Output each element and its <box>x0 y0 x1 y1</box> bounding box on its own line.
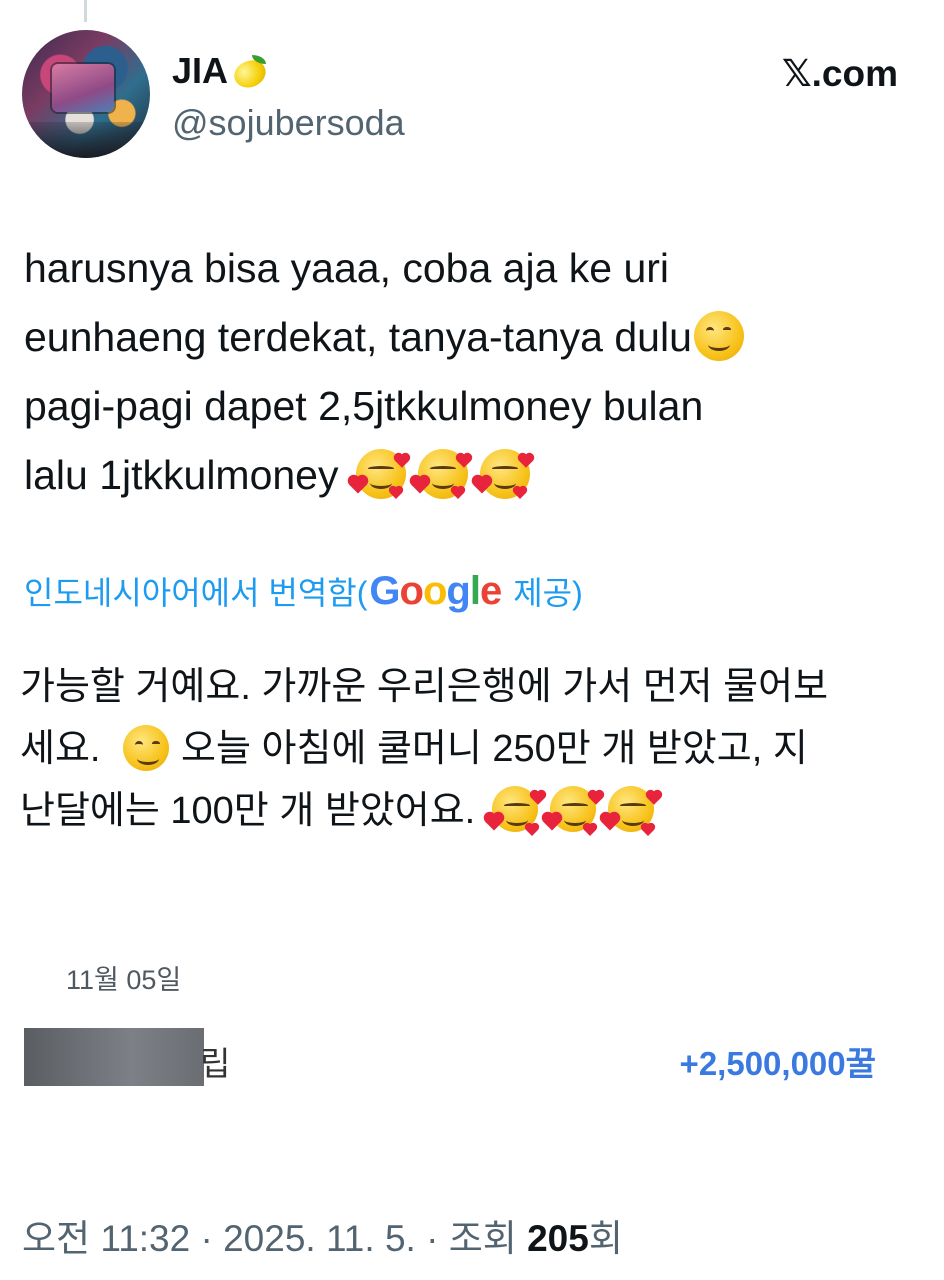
avatar-crowd <box>22 122 150 158</box>
views-label: 조회 <box>448 1218 517 1259</box>
transaction-description: 립 <box>200 1045 231 1082</box>
tweet-time[interactable]: 오전 11:32 <box>22 1218 190 1259</box>
smiling-face-with-hearts-icon <box>543 785 603 836</box>
tweet-text: harusnya bisa yaaa, coba aja ke uri eunh… <box>24 234 904 510</box>
author-display-name[interactable]: JIA <box>172 50 270 92</box>
smiling-face-with-hearts-icon <box>601 785 661 836</box>
translated-line: 세요. 오늘 아침에 쿨머니 250만 개 받았고, 지 <box>20 718 920 780</box>
x-com-label: 𝕏.com <box>781 53 898 94</box>
views-count: 205 <box>527 1218 589 1259</box>
transaction-date: 11월 05일 <box>66 965 182 995</box>
tweet-date[interactable]: 2025. 11. 5. <box>223 1218 416 1259</box>
smiling-face-with-hearts-icon <box>485 785 545 836</box>
translation-label: 인도네시아어에서 번역함( <box>24 575 368 611</box>
views-suffix: 회 <box>588 1218 623 1259</box>
thread-connector-line <box>84 0 87 22</box>
translation-attribution-link[interactable]: 인도네시아어에서 번역함( Google 제공) <box>24 568 583 614</box>
redacted-block <box>24 1028 204 1086</box>
display-name-text: JIA <box>172 50 229 91</box>
smiling-face-with-hearts-icon <box>349 449 409 500</box>
lemon-icon <box>230 55 270 92</box>
tweet-line: lalu 1jtkkulmoney <box>24 441 904 510</box>
translated-line: 가능할 거예요. 가까운 우리은행에 가서 먼저 물어보 <box>20 666 829 708</box>
transaction-amount: +2,500,000꿀 <box>679 1045 876 1082</box>
author-avatar[interactable] <box>22 30 150 158</box>
smiling-face-with-hearts-icon <box>411 449 471 500</box>
translated-line: 난달에는 100만 개 받았어요. <box>20 780 920 842</box>
smiling-face-with-hearts-icon <box>473 449 533 500</box>
avatar-stage-screen <box>52 64 114 112</box>
smiling-face-icon <box>123 724 170 771</box>
translated-text: 가능할 거예요. 가까운 우리은행에 가서 먼저 물어보 세요. 오늘 아침에 … <box>20 656 920 842</box>
smiling-face-icon <box>693 311 744 362</box>
tweet-line: harusnya bisa yaaa, coba aja ke uri <box>24 245 670 291</box>
google-logo: Google <box>369 568 502 613</box>
translation-suffix: 제공) <box>513 575 583 611</box>
tweet-metadata: 오전 11:32 · 2025. 11. 5. · 조회 205회 <box>22 1218 623 1259</box>
tweet-line: pagi-pagi dapet 2,5jtkkulmoney bulan <box>24 383 704 429</box>
author-handle[interactable]: @sojubersoda <box>172 102 405 144</box>
tweet-line: eunhaeng terdekat, tanya-tanya dulu <box>24 303 904 372</box>
